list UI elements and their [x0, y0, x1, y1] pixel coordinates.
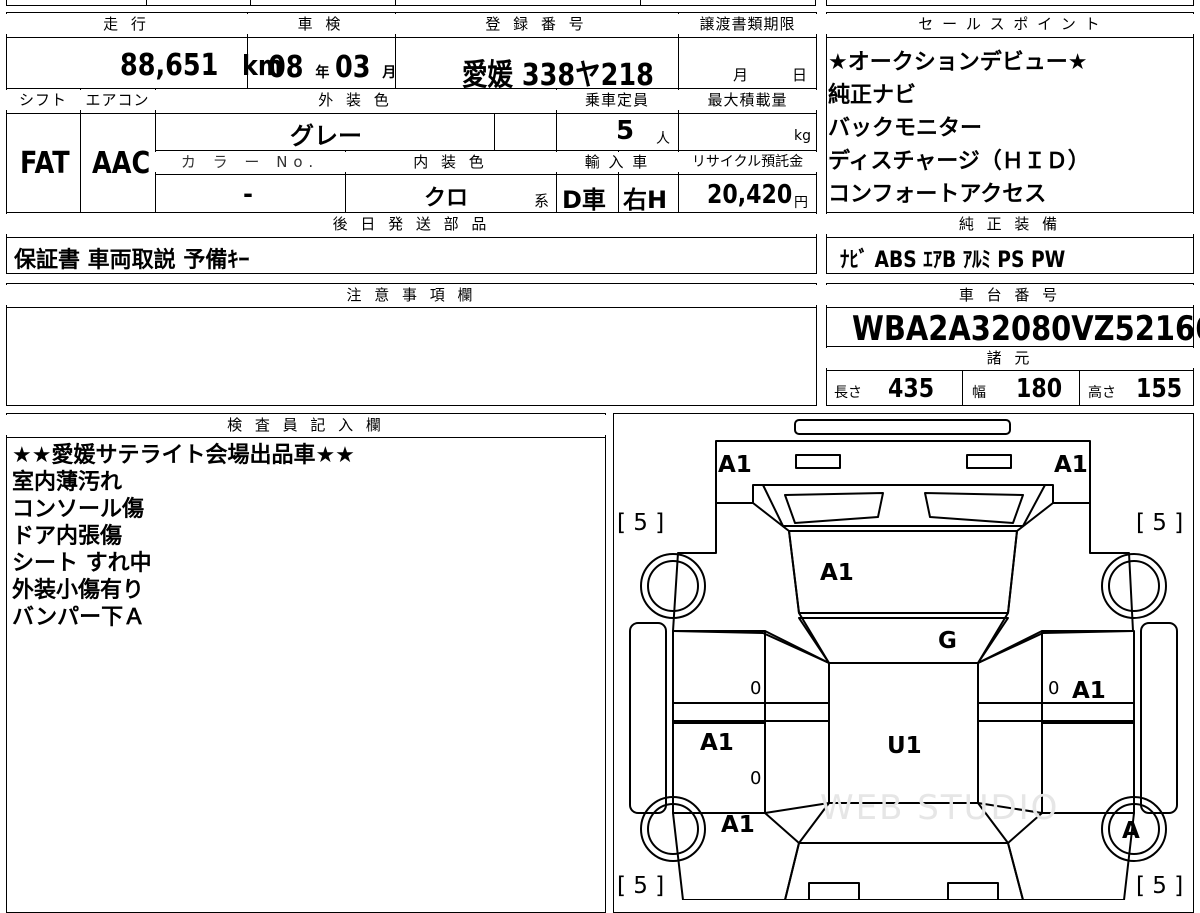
- grille-left: [784, 492, 884, 524]
- exterior-color-header: 外 装 色: [155, 90, 556, 110]
- trunk-panel: [784, 842, 1024, 900]
- chassis-header: 車 台 番 号: [826, 285, 1194, 305]
- deadline-month: 月: [733, 66, 749, 84]
- damage-front-right-door: A1: [1072, 678, 1106, 704]
- right-side-sill: [1140, 622, 1178, 814]
- inspector-note: 室内薄汚れ: [12, 470, 123, 495]
- inspector-notes-list: ★★愛媛サテライト会場出品車★★ 室内薄汚れ コンソール傷 ドア内張傷 シート …: [12, 442, 355, 631]
- handle-position: 右H: [623, 186, 668, 214]
- mileage-header: 走 行: [6, 14, 247, 34]
- inspector-note: シート すれ中: [12, 551, 152, 576]
- interior-color-header: 内 装 色: [345, 152, 556, 172]
- damage-roof: U1: [887, 733, 922, 759]
- max-load-header: 最大積載量: [678, 90, 817, 110]
- recycle-unit: 円: [794, 195, 808, 211]
- interior-color-value: クロ: [424, 186, 469, 211]
- transfer-deadline-header: 譲渡書類期限: [678, 14, 817, 34]
- recycle-value: 20,420: [707, 180, 793, 210]
- mark-zero: 0: [1048, 678, 1060, 699]
- shift-header: シフト: [6, 90, 80, 110]
- exterior-color-value: グレー: [290, 122, 362, 150]
- inspector-note: バンパー下Ａ: [12, 605, 146, 630]
- sales-points-list: ★オークションデビュー★ 純正ナビ バックモニター ディスチャージ（ＨＩＤ） コ…: [828, 46, 1090, 211]
- sales-point-item: 純正ナビ: [828, 83, 917, 108]
- notes-header: 注 意 事 項 欄: [6, 285, 817, 305]
- clipped-top-row: [6, 0, 816, 6]
- capacity-header: 乗車定員: [556, 90, 678, 110]
- damage-rear-left-door: A1: [700, 730, 734, 756]
- length-label: 長さ: [834, 385, 862, 401]
- aircon-header: エアコン: [80, 90, 155, 110]
- sales-point-item: ★オークションデビュー★: [828, 50, 1088, 75]
- damage-front-left: A1: [718, 452, 752, 478]
- mark-zero: 0: [750, 768, 762, 789]
- capacity-value: 5: [616, 116, 635, 146]
- aircon-value: AAC: [92, 146, 151, 181]
- chassis-number: WBA2A32080VZ52166: [852, 309, 1200, 349]
- damage-front-right: A1: [1054, 452, 1088, 478]
- sales-point-item: コンフォートアクセス: [828, 182, 1047, 207]
- tire-front-left: [ 5 ]: [617, 510, 665, 536]
- damage-rear-right-wheel: A: [1122, 818, 1140, 844]
- inspector-note: ドア内張傷: [12, 524, 123, 549]
- tire-front-right: [ 5 ]: [1136, 510, 1184, 536]
- width-label: 幅: [972, 385, 986, 401]
- taillight-right: [947, 882, 999, 900]
- inspector-note: ★★愛媛サテライト会場出品車★★: [12, 443, 355, 468]
- height-value: 155: [1136, 374, 1183, 404]
- width-value: 180: [1016, 374, 1063, 404]
- interior-suffix: 系: [534, 192, 550, 210]
- front-panel-shape: [715, 440, 1091, 504]
- inspector-note: コンソール傷: [12, 497, 145, 522]
- max-load-unit: kg: [794, 128, 811, 144]
- height-label: 高さ: [1088, 385, 1116, 401]
- left-side-sill: [629, 622, 667, 814]
- mileage-value: 88,651 km: [120, 48, 283, 83]
- later-parts-header: 後 日 発 送 部 品: [6, 214, 817, 234]
- genuine-equipment-header: 純 正 装 備: [826, 214, 1194, 234]
- front-right-door: [1041, 630, 1135, 724]
- inspection-header: 車 検: [247, 14, 395, 34]
- windshield-panel: [798, 617, 1009, 664]
- inspection-date: 08 年 03 月: [268, 50, 397, 85]
- inspector-header: 検 査 員 記 入 欄: [6, 415, 606, 435]
- tire-rear-left: [ 5 ]: [617, 873, 665, 899]
- headlight-left: [795, 454, 841, 469]
- mark-zero: 0: [750, 678, 762, 699]
- taillight-left: [808, 882, 860, 900]
- sales-points-header: セ ー ル ス ポ イ ン ト: [826, 14, 1194, 34]
- tire-rear-right: [ 5 ]: [1136, 873, 1184, 899]
- wheel-front-right: [1101, 553, 1167, 619]
- capacity-unit: 人: [656, 131, 670, 147]
- deadline-day: 日: [792, 66, 808, 84]
- genuine-equipment-value: ﾅﾋﾞ ABS ｴｱB ｱﾙﾐ PS PW: [840, 248, 1066, 273]
- specs-header: 諸 元: [826, 348, 1194, 368]
- headlight-right: [966, 454, 1012, 469]
- registration-header: 登 録 番 号: [395, 14, 678, 34]
- import-type: D車: [562, 186, 606, 214]
- front-bumper-shape: [794, 419, 1011, 435]
- import-header: 輸 入 車: [556, 152, 678, 172]
- shift-value: FAT: [20, 146, 70, 181]
- sales-point-item: ディスチャージ（ＨＩＤ）: [828, 149, 1090, 174]
- front-left-door: [672, 630, 766, 724]
- damage-hood: A1: [820, 560, 854, 586]
- damage-rear-left-fender: A1: [721, 812, 755, 838]
- damage-windshield: G: [938, 628, 957, 654]
- sales-point-item: バックモニター: [828, 116, 983, 141]
- inspector-note: 外装小傷有り: [12, 578, 145, 603]
- color-no-value: -: [243, 180, 253, 208]
- clipped-top-right: [826, 0, 1194, 6]
- wheel-front-left: [640, 553, 706, 619]
- recycle-header: リサイクル預託金: [678, 152, 817, 172]
- color-no-header: カ ラ ー No.: [155, 152, 345, 172]
- watermark: WEB STUDIO: [820, 788, 1060, 828]
- length-value: 435: [888, 374, 935, 404]
- later-parts-value: 保証書 車両取説 予備ｷｰ: [14, 248, 250, 273]
- grille-right: [924, 492, 1024, 524]
